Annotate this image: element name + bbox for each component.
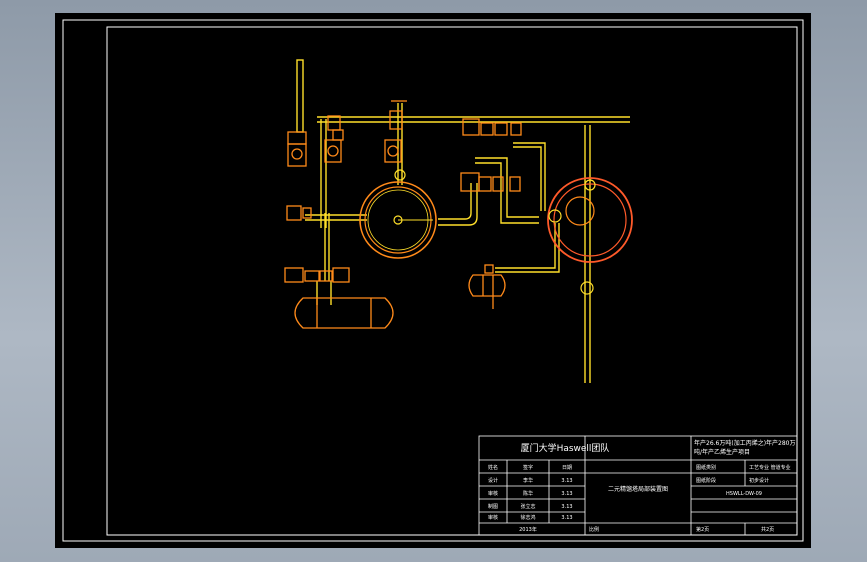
drawing-title-line1: 年产26.6万吨(加工丙烯之)年产280万 — [694, 439, 796, 447]
row-1-role: 设计 — [488, 477, 498, 484]
drum-assembly — [284, 267, 394, 329]
drawing-title-line2: 吨/年产乙烯生产项目 — [694, 448, 750, 456]
inner-frame — [106, 26, 798, 536]
drawing-year: 2013年 — [519, 526, 537, 533]
right-cell-3: 图纸阶段 — [696, 477, 716, 484]
drawing-number: HSWLL-DW-09 — [726, 491, 762, 497]
row-4-role: 审核 — [488, 514, 498, 521]
company-name: 厦门大学Haswell团队 — [521, 442, 610, 454]
left-stack-pump — [287, 131, 307, 167]
sheet-current: 第2页 — [696, 526, 709, 533]
right-cell-1: 图纸类别 — [696, 464, 716, 471]
header-cell-2: 签字 — [523, 464, 533, 471]
outer-frame — [62, 19, 804, 542]
sheet-total: 共2页 — [761, 526, 774, 533]
drawing-name: 二元精馏塔局部装置图 — [608, 485, 668, 493]
header-cell-1: 姓名 — [488, 464, 498, 471]
top-valves — [286, 100, 522, 221]
cad-viewport[interactable]: 厦门大学Haswell团队 年产26.6万吨(加工丙烯之)年产280万 吨/年产… — [55, 13, 811, 548]
row-3-role: 制图 — [488, 503, 498, 510]
piping-drawing: 厦门大学Haswell团队 年产26.6万吨(加工丙烯之)年产280万 吨/年产… — [62, 19, 804, 542]
row-1-name: 李华 — [523, 477, 533, 484]
header-cell-3: 日期 — [562, 465, 572, 471]
pipe-network — [296, 59, 630, 383]
row-4-date: 3.13 — [561, 515, 572, 521]
row-2-date: 3.13 — [561, 491, 572, 497]
right-cell-2: 工艺专业 管道专业 — [749, 464, 791, 471]
row-2-name: 陈华 — [523, 490, 533, 497]
row-4-name: 徐志鸿 — [520, 514, 535, 521]
right-cell-4: 初步设计 — [749, 477, 769, 484]
row-3-date: 3.13 — [561, 504, 572, 510]
row-1-date: 3.13 — [561, 478, 572, 484]
scale-label: 比例 — [589, 526, 599, 533]
row-2-role: 审核 — [488, 490, 498, 497]
row-3-name: 张立志 — [520, 503, 535, 510]
